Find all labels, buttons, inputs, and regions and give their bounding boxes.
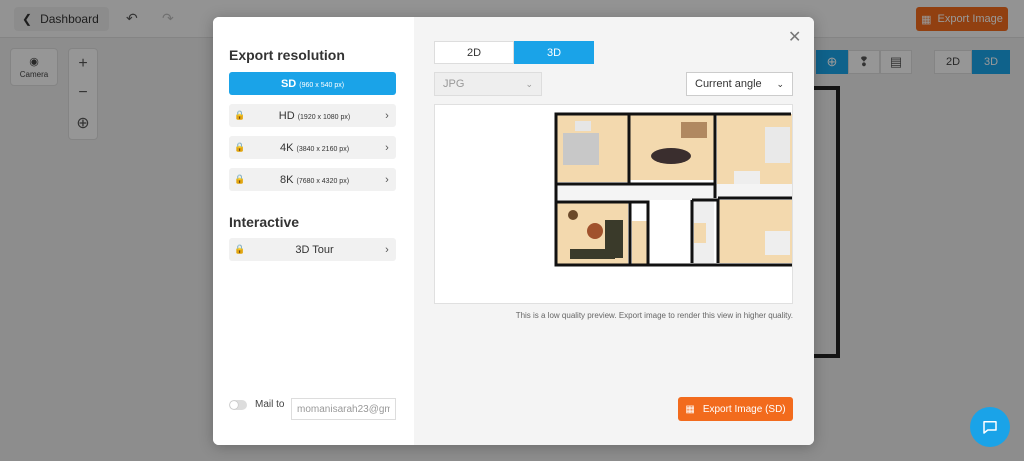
image-icon: ▦ (685, 403, 695, 415)
format-select[interactable]: JPG ⌄ (434, 72, 542, 96)
chevron-right-icon: › (385, 141, 389, 154)
resolution-8k[interactable]: 🔒 8K (7680 x 4320 px) › (229, 168, 396, 191)
lock-icon: 🔒 (234, 244, 246, 254)
resolution-4k[interactable]: 🔒 4K (3840 x 2160 px) › (229, 136, 396, 159)
preview-note: This is a low quality preview. Export im… (515, 311, 793, 320)
tour-3d-label: 3D Tour (295, 243, 334, 256)
modal-left-panel: Export resolution SD (960 x 540 px) 🔒 HD… (213, 17, 414, 445)
floorplan-preview-image (554, 112, 792, 267)
chevron-right-icon: › (385, 109, 389, 122)
chevron-down-icon: ⌄ (525, 78, 533, 89)
tour-3d-item[interactable]: 🔒 3D Tour › (229, 238, 396, 261)
modal-right-panel: 2D 3D ✕ JPG ⌄ Current angle ⌄ This is a … (414, 17, 814, 445)
interactive-title: Interactive (229, 214, 300, 230)
resolution-sd-name: SD (280, 77, 297, 90)
resolution-hd-label: HD (1920 x 1080 px) (251, 110, 378, 122)
chevron-right-icon: › (385, 173, 389, 186)
resolution-hd[interactable]: 🔒 HD (1920 x 1080 px) › (229, 104, 396, 127)
lock-icon: 🔒 (234, 110, 246, 120)
export-image-label: Export Image (SD) (702, 403, 786, 415)
render-preview (434, 104, 793, 304)
export-modal: Export resolution SD (960 x 540 px) 🔒 HD… (213, 17, 814, 445)
export-image-button[interactable]: ▦ Export Image (SD) (678, 397, 793, 421)
mail-toggle[interactable] (229, 399, 247, 410)
mail-to-row: Mail to (229, 399, 284, 410)
chevron-down-icon: ⌄ (776, 78, 784, 89)
mail-input[interactable] (291, 398, 396, 420)
resolution-sd-dims: (960 x 540 px) (299, 81, 345, 89)
mode-tabs: 2D 3D (434, 41, 594, 64)
resolution-sd[interactable]: SD (960 x 540 px) (229, 72, 396, 95)
resolution-8k-dims: (7680 x 4320 px) (296, 177, 350, 185)
lock-icon: 🔒 (234, 174, 246, 184)
resolution-hd-name: HD (278, 109, 295, 122)
mail-to-label: Mail to (255, 399, 285, 410)
format-value: JPG (443, 78, 465, 90)
resolution-8k-name: 8K (279, 173, 294, 186)
resolution-4k-name: 4K (279, 141, 294, 154)
tab-2d[interactable]: 2D (434, 41, 514, 64)
resolution-4k-dims: (3840 x 2160 px) (296, 145, 350, 153)
resolution-4k-label: 4K (3840 x 2160 px) (251, 142, 378, 154)
export-resolution-title: Export resolution (229, 47, 345, 63)
angle-select[interactable]: Current angle ⌄ (686, 72, 793, 96)
resolution-8k-label: 8K (7680 x 4320 px) (251, 174, 378, 186)
chat-icon (983, 421, 997, 434)
angle-value: Current angle (695, 78, 762, 90)
resolution-sd-label: SD (960 x 540 px) (229, 78, 396, 90)
tab-3d[interactable]: 3D (514, 41, 594, 64)
chat-button[interactable] (970, 407, 1010, 447)
chevron-right-icon: › (385, 243, 389, 256)
resolution-hd-dims: (1920 x 1080 px) (297, 113, 351, 121)
close-icon[interactable]: ✕ (788, 27, 801, 47)
lock-icon: 🔒 (234, 142, 246, 152)
